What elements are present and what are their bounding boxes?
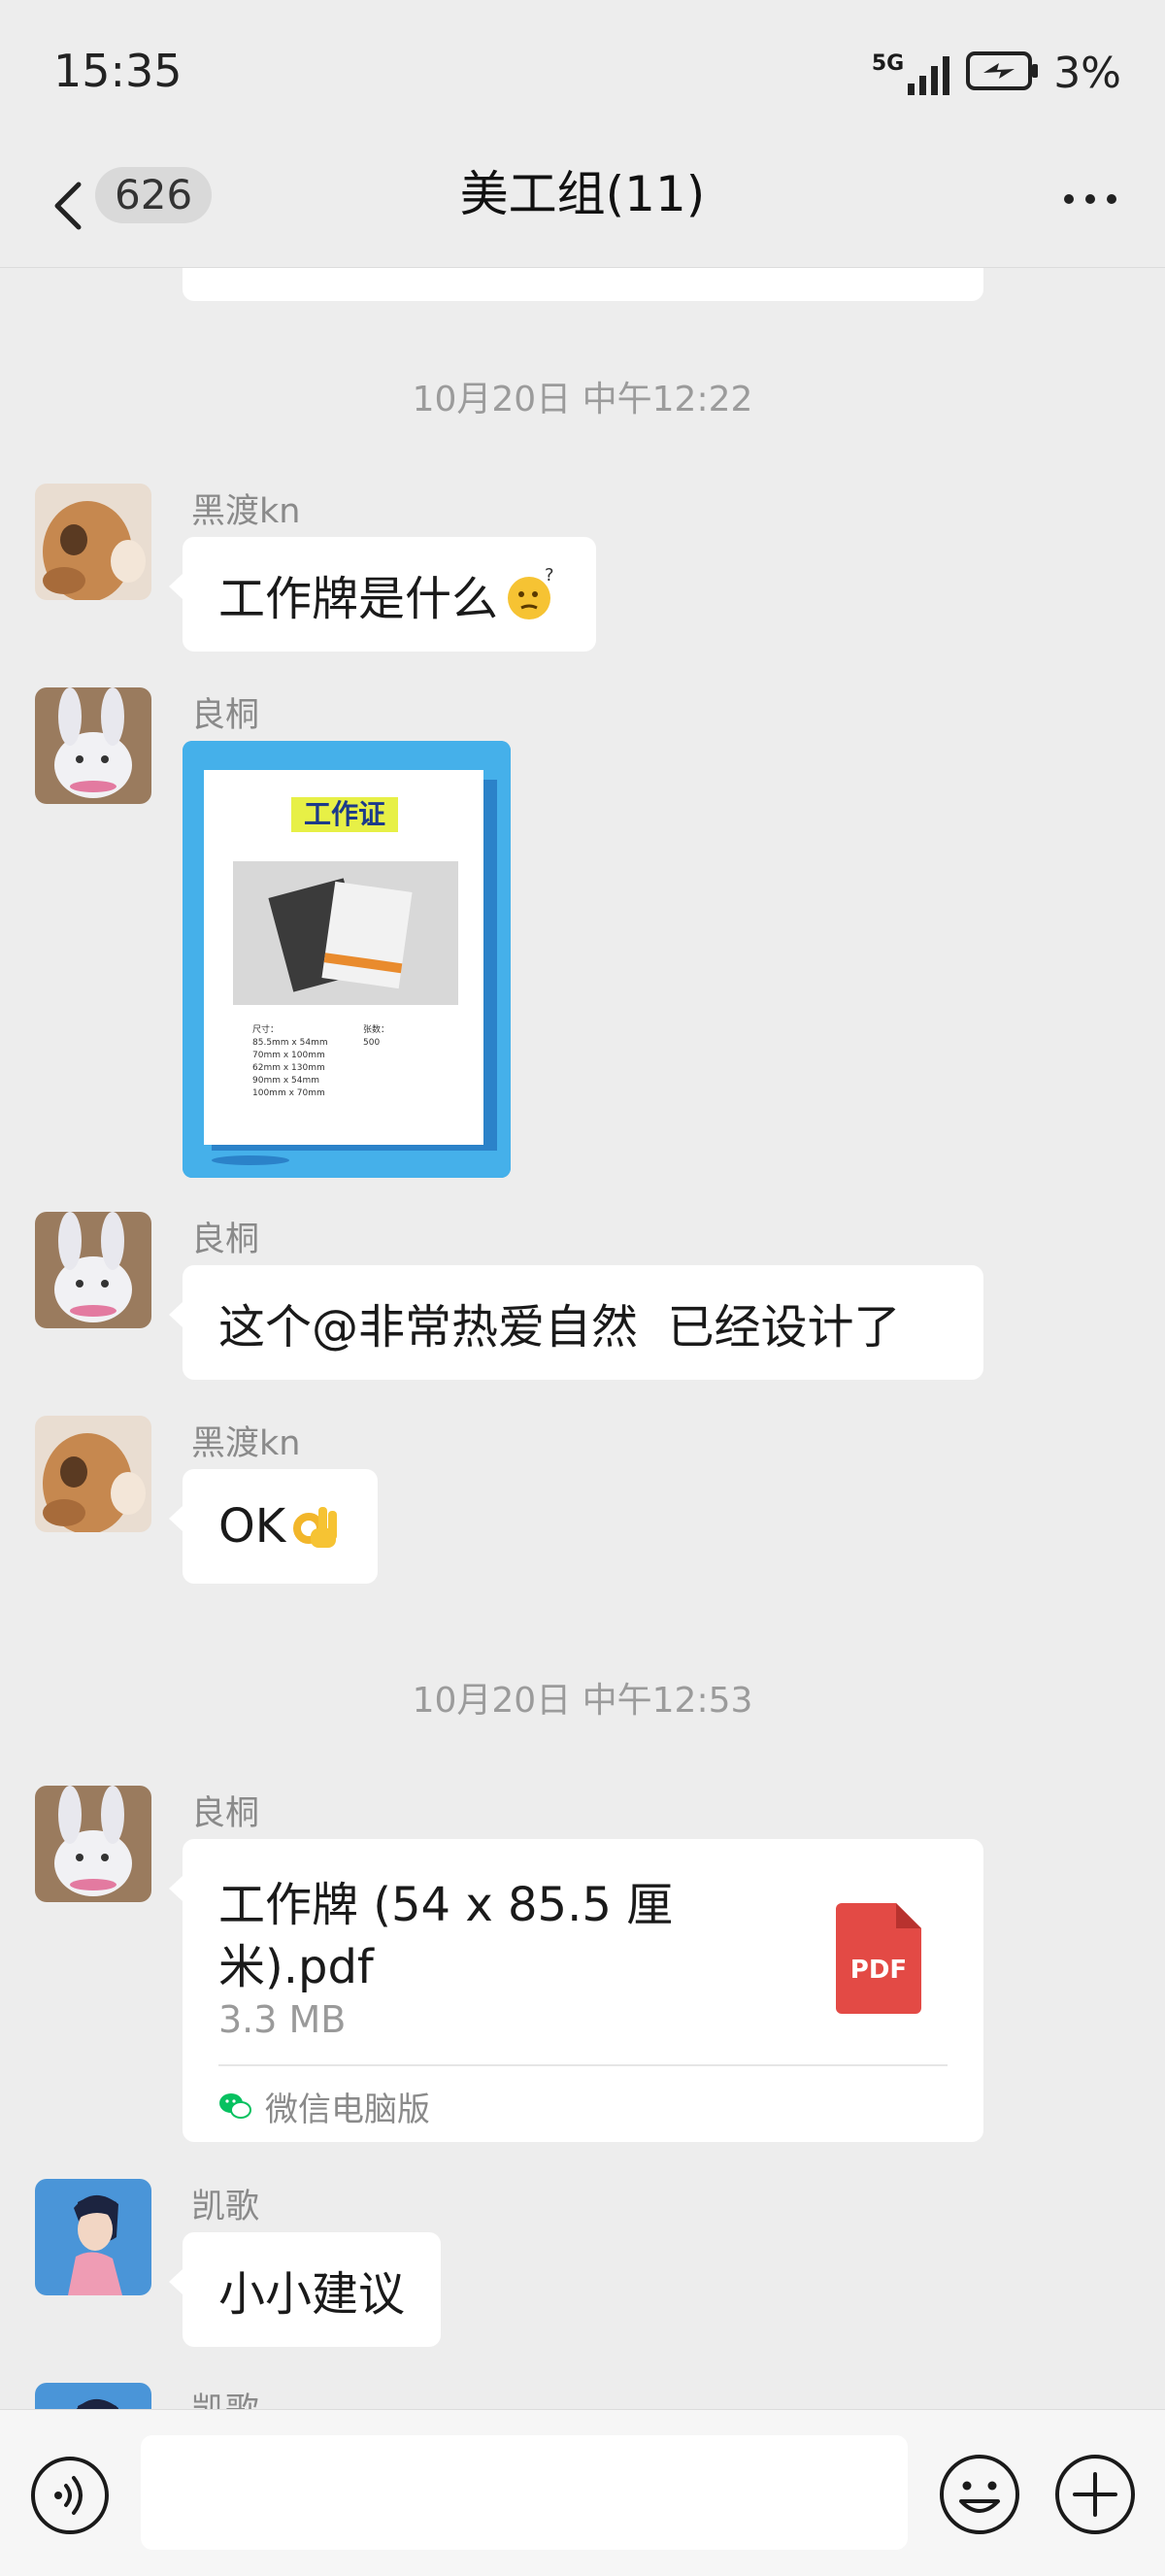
ok-hand-icon [293, 1507, 338, 1548]
smiley-icon [940, 2455, 1019, 2534]
page-title: 美工组(11) [459, 166, 706, 222]
avatar-anime[interactable] [35, 2179, 151, 2295]
sender-name: 凯歌 [191, 2188, 260, 2226]
sender-name: 良桐 [191, 1221, 260, 1259]
chat-header: 626 美工组(11) [0, 146, 1165, 268]
sender-name: 良桐 [191, 1794, 260, 1833]
file-source: 微信电脑版 [218, 2082, 430, 2130]
image-spec-line: 100mm x 70mm [252, 1088, 325, 1098]
file-source-label: 微信电脑版 [265, 2090, 430, 2129]
message-list[interactable]: 10月20日 中午12:22 黑渡kn 工作牌是什么 ? 良桐 工作证 尺寸： … [0, 268, 1165, 2409]
image-message[interactable]: 工作证 尺寸： 85.5mm x 54mm 70mm x 100mm 62mm … [183, 741, 511, 1178]
avatar-cat[interactable] [35, 1416, 151, 1532]
more-options-button[interactable] [1064, 194, 1116, 204]
image-spec-text: 尺寸： 85.5mm x 54mm 70mm x 100mm 62mm x 13… [252, 1024, 328, 1100]
message-text: 工作牌是什么 [218, 572, 499, 626]
divider [218, 2064, 948, 2066]
image-qty-label: 张数： [363, 1025, 390, 1035]
image-spec-line: 85.5mm x 54mm [252, 1038, 328, 1048]
voice-icon [31, 2457, 109, 2534]
avatar-bunny[interactable] [35, 687, 151, 804]
message-text: 小小建议 [218, 2267, 406, 2322]
thinking-face-icon: ? [508, 565, 554, 619]
message-bubble[interactable]: 工作牌是什么 ? [168, 537, 597, 652]
avatar-bunny[interactable] [35, 1786, 151, 1902]
image-spec-line: 90mm x 54mm [252, 1076, 320, 1086]
image-qty-value: 500 [363, 1038, 381, 1048]
avatar-bunny[interactable] [35, 1212, 151, 1328]
emoji-button[interactable] [938, 2453, 1021, 2536]
previous-message-bubble[interactable] [183, 268, 983, 301]
more-functions-button[interactable] [1053, 2453, 1137, 2536]
svg-text:?: ? [545, 565, 554, 585]
battery-icon [966, 51, 1040, 94]
message-input[interactable] [141, 2435, 908, 2550]
sender-name: 良桐 [191, 696, 260, 735]
image-spec-label: 尺寸： [252, 1025, 280, 1035]
timestamp: 10月20日 中午12:53 [412, 1681, 753, 1721]
message-text: 这个@非常热爱自然 已经设计了 [218, 1300, 901, 1355]
wechat-icon [219, 2093, 251, 2119]
image-heading: 工作证 [303, 798, 385, 830]
status-time: 15:35 [53, 45, 183, 97]
signal-5g-icon: 5G [872, 51, 952, 95]
avatar-anime[interactable] [35, 2383, 151, 2409]
battery-percent: 3% [1053, 48, 1121, 98]
pdf-file-icon: PDF [836, 1903, 921, 2014]
avatar-cat[interactable] [35, 484, 151, 600]
network-type: 5G [871, 50, 905, 76]
input-bar [0, 2409, 1165, 2576]
sender-name: 黑渡kn [191, 1424, 301, 1463]
image-spec-line: 70mm x 100mm [252, 1051, 325, 1060]
timestamp: 10月20日 中午12:22 [412, 380, 753, 419]
more-dot-icon [1107, 194, 1116, 204]
file-message[interactable]: 工作牌 (54 x 85.5 厘米).pdf 3.3 MB PDF 微信电脑版 [169, 1839, 983, 2142]
status-bar: 15:35 5G 3% [0, 0, 1165, 146]
more-dot-icon [1064, 194, 1074, 204]
image-qty-text: 张数： 500 [363, 1024, 389, 1050]
message-text: OK [218, 1499, 286, 1554]
file-size: 3.3 MB [218, 1998, 347, 2041]
message-bubble[interactable]: OK [168, 1469, 379, 1584]
more-dot-icon [1085, 194, 1095, 204]
image-spec-line: 62mm x 130mm [252, 1063, 325, 1073]
sender-name: 凯歌 [191, 2383, 259, 2409]
voice-input-button[interactable] [29, 2455, 111, 2536]
message-bubble[interactable]: 这个@非常热爱自然 已经设计了 [169, 1265, 983, 1380]
sender-name: 黑渡kn [191, 492, 301, 531]
plus-icon [1055, 2455, 1135, 2534]
message-bubble[interactable]: 小小建议 [168, 2232, 442, 2347]
file-name: 工作牌 (54 x 85.5 厘米).pdf [218, 1878, 674, 1994]
pdf-label: PDF [849, 1956, 908, 1985]
